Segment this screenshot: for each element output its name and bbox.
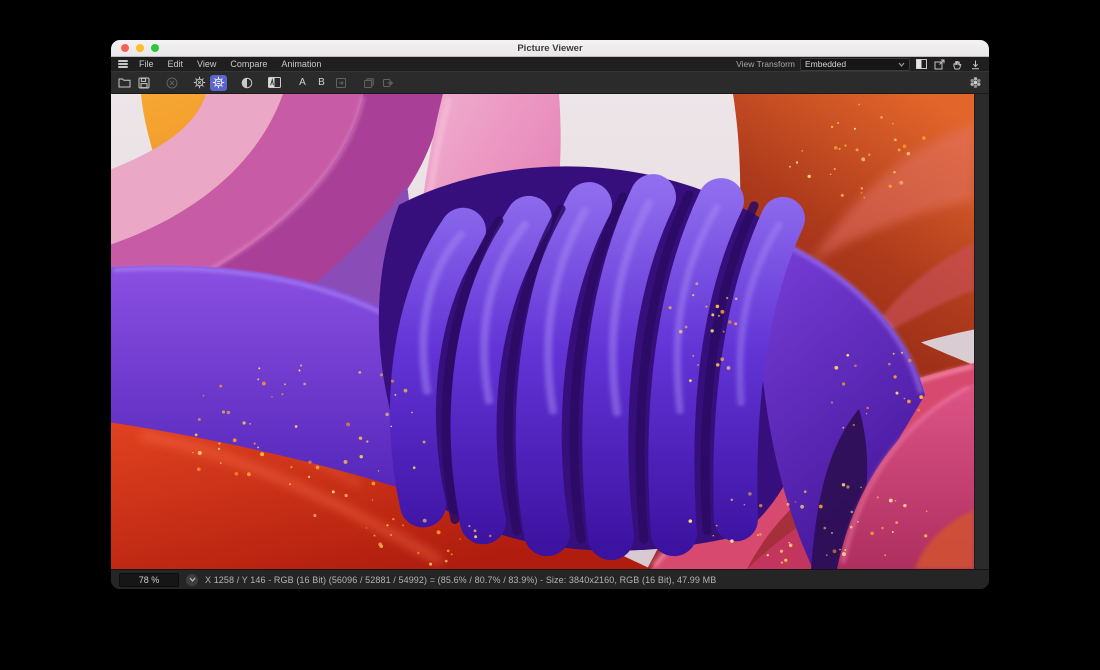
titlebar[interactable]: Picture Viewer xyxy=(111,40,989,57)
split-view-icon[interactable] xyxy=(915,58,928,70)
traffic-lights xyxy=(111,44,159,52)
settings-gear-button[interactable] xyxy=(191,75,208,91)
save-icon xyxy=(138,77,150,89)
filter-gear-icon xyxy=(212,76,225,89)
menu-compare[interactable]: Compare xyxy=(223,59,274,69)
stop-render-icon xyxy=(166,77,178,89)
zoom-dropdown-button[interactable] xyxy=(186,574,198,586)
contrast-button[interactable] xyxy=(238,75,255,91)
filter-gear-button[interactable] xyxy=(210,75,227,91)
set-b-label: B xyxy=(318,77,325,88)
zoom-input[interactable] xyxy=(119,573,179,587)
save-button[interactable] xyxy=(135,75,152,91)
ab-compare-icon xyxy=(268,77,281,88)
window-title: Picture Viewer xyxy=(111,43,989,54)
toolbar: A B xyxy=(111,71,989,94)
settings-gear-icon xyxy=(193,76,206,89)
render-settings-button[interactable] xyxy=(967,75,984,91)
pixel-info-text: X 1258 / Y 146 - RGB (16 Bit) (56096 / 5… xyxy=(205,575,716,585)
image-viewport xyxy=(111,94,989,569)
zoom-button[interactable] xyxy=(151,44,159,52)
menu-file[interactable]: File xyxy=(132,59,161,69)
chevron-down-icon xyxy=(189,577,196,582)
desktop: { "window": { "title": "Picture Viewer" … xyxy=(0,0,1100,670)
copy-button xyxy=(360,75,377,91)
view-transform-dropdown[interactable]: Embedded xyxy=(800,58,910,71)
menu-animation[interactable]: Animation xyxy=(274,59,328,69)
contrast-icon xyxy=(241,77,253,89)
set-b-button[interactable]: B xyxy=(313,75,330,91)
hamburger-icon[interactable] xyxy=(118,60,128,68)
stop-render-button xyxy=(163,75,180,91)
render-settings-flower-icon xyxy=(969,76,982,89)
paste-button xyxy=(379,75,396,91)
view-transform-value: Embedded xyxy=(805,59,846,69)
open-folder-button[interactable] xyxy=(116,75,133,91)
menu-view[interactable]: View xyxy=(190,59,223,69)
swap-ab-button xyxy=(332,75,349,91)
pop-out-icon[interactable] xyxy=(933,58,946,70)
copy-icon xyxy=(363,77,375,89)
close-button[interactable] xyxy=(121,44,129,52)
menu-edit[interactable]: Edit xyxy=(161,59,191,69)
status-bar: X 1258 / Y 146 - RGB (16 Bit) (56096 / 5… xyxy=(111,569,989,589)
paste-icon xyxy=(382,77,394,89)
menu-bar: File Edit View Compare Animation View Tr… xyxy=(111,57,989,71)
rendered-image[interactable] xyxy=(111,94,974,569)
dock-down-icon[interactable] xyxy=(969,58,982,70)
set-a-button[interactable]: A xyxy=(294,75,311,91)
set-a-label: A xyxy=(299,77,306,88)
picture-viewer-window: Picture Viewer File Edit View Compare An… xyxy=(111,40,989,589)
hand-pan-icon[interactable] xyxy=(951,58,964,70)
view-transform-label: View Transform xyxy=(736,59,795,69)
swap-ab-icon xyxy=(335,77,347,89)
open-folder-icon xyxy=(118,77,131,88)
scrollbar-gutter[interactable] xyxy=(974,94,989,569)
chevron-down-icon xyxy=(898,62,905,67)
minimize-button[interactable] xyxy=(136,44,144,52)
ab-compare-button[interactable] xyxy=(266,75,283,91)
